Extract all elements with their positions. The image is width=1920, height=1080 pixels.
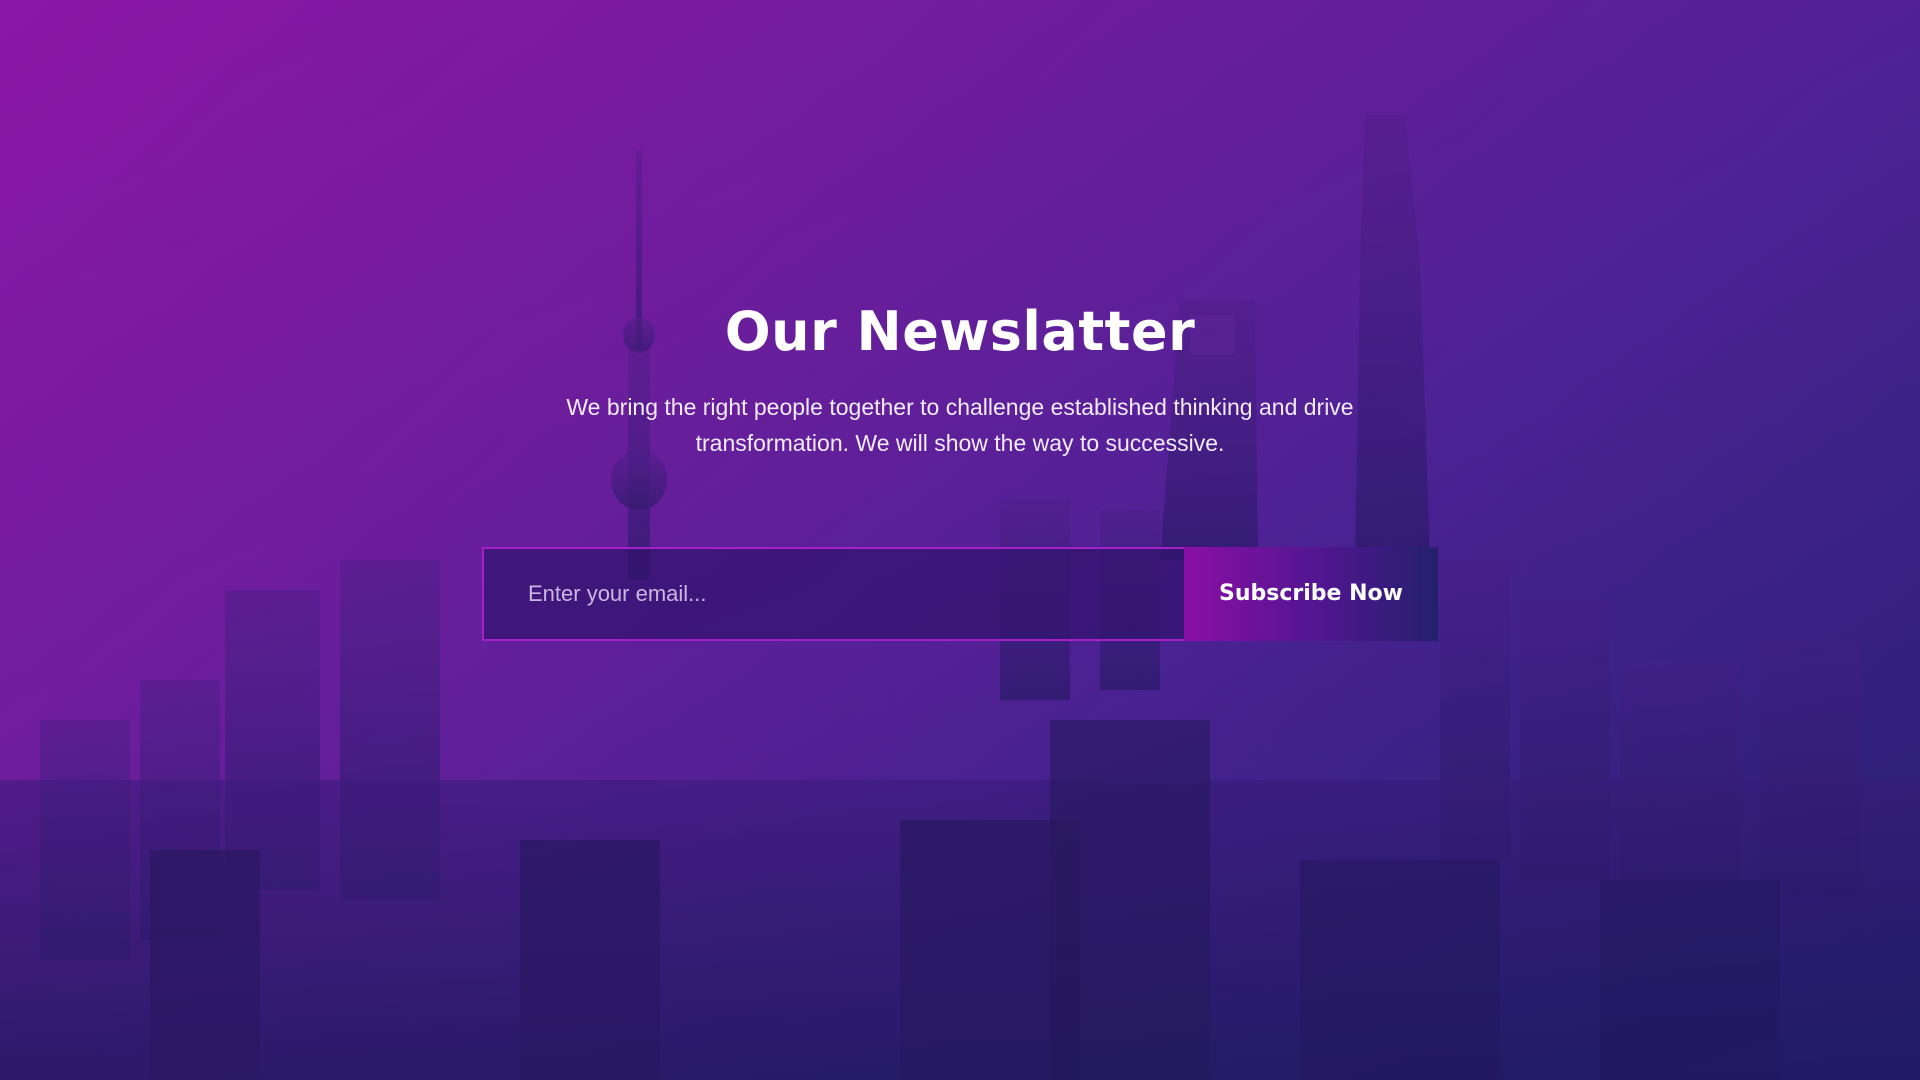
subscribe-now-button[interactable]: Subscribe Now	[1184, 546, 1438, 641]
newsletter-description: We bring the right people together to ch…	[566, 393, 1354, 456]
subscribe-form: Subscribe Now	[482, 546, 1438, 641]
newsletter-section: Our Newslatter We bring the right people…	[0, 300, 1920, 641]
email-input[interactable]	[482, 546, 1184, 641]
newsletter-title: Our Newslatter	[724, 300, 1196, 363]
